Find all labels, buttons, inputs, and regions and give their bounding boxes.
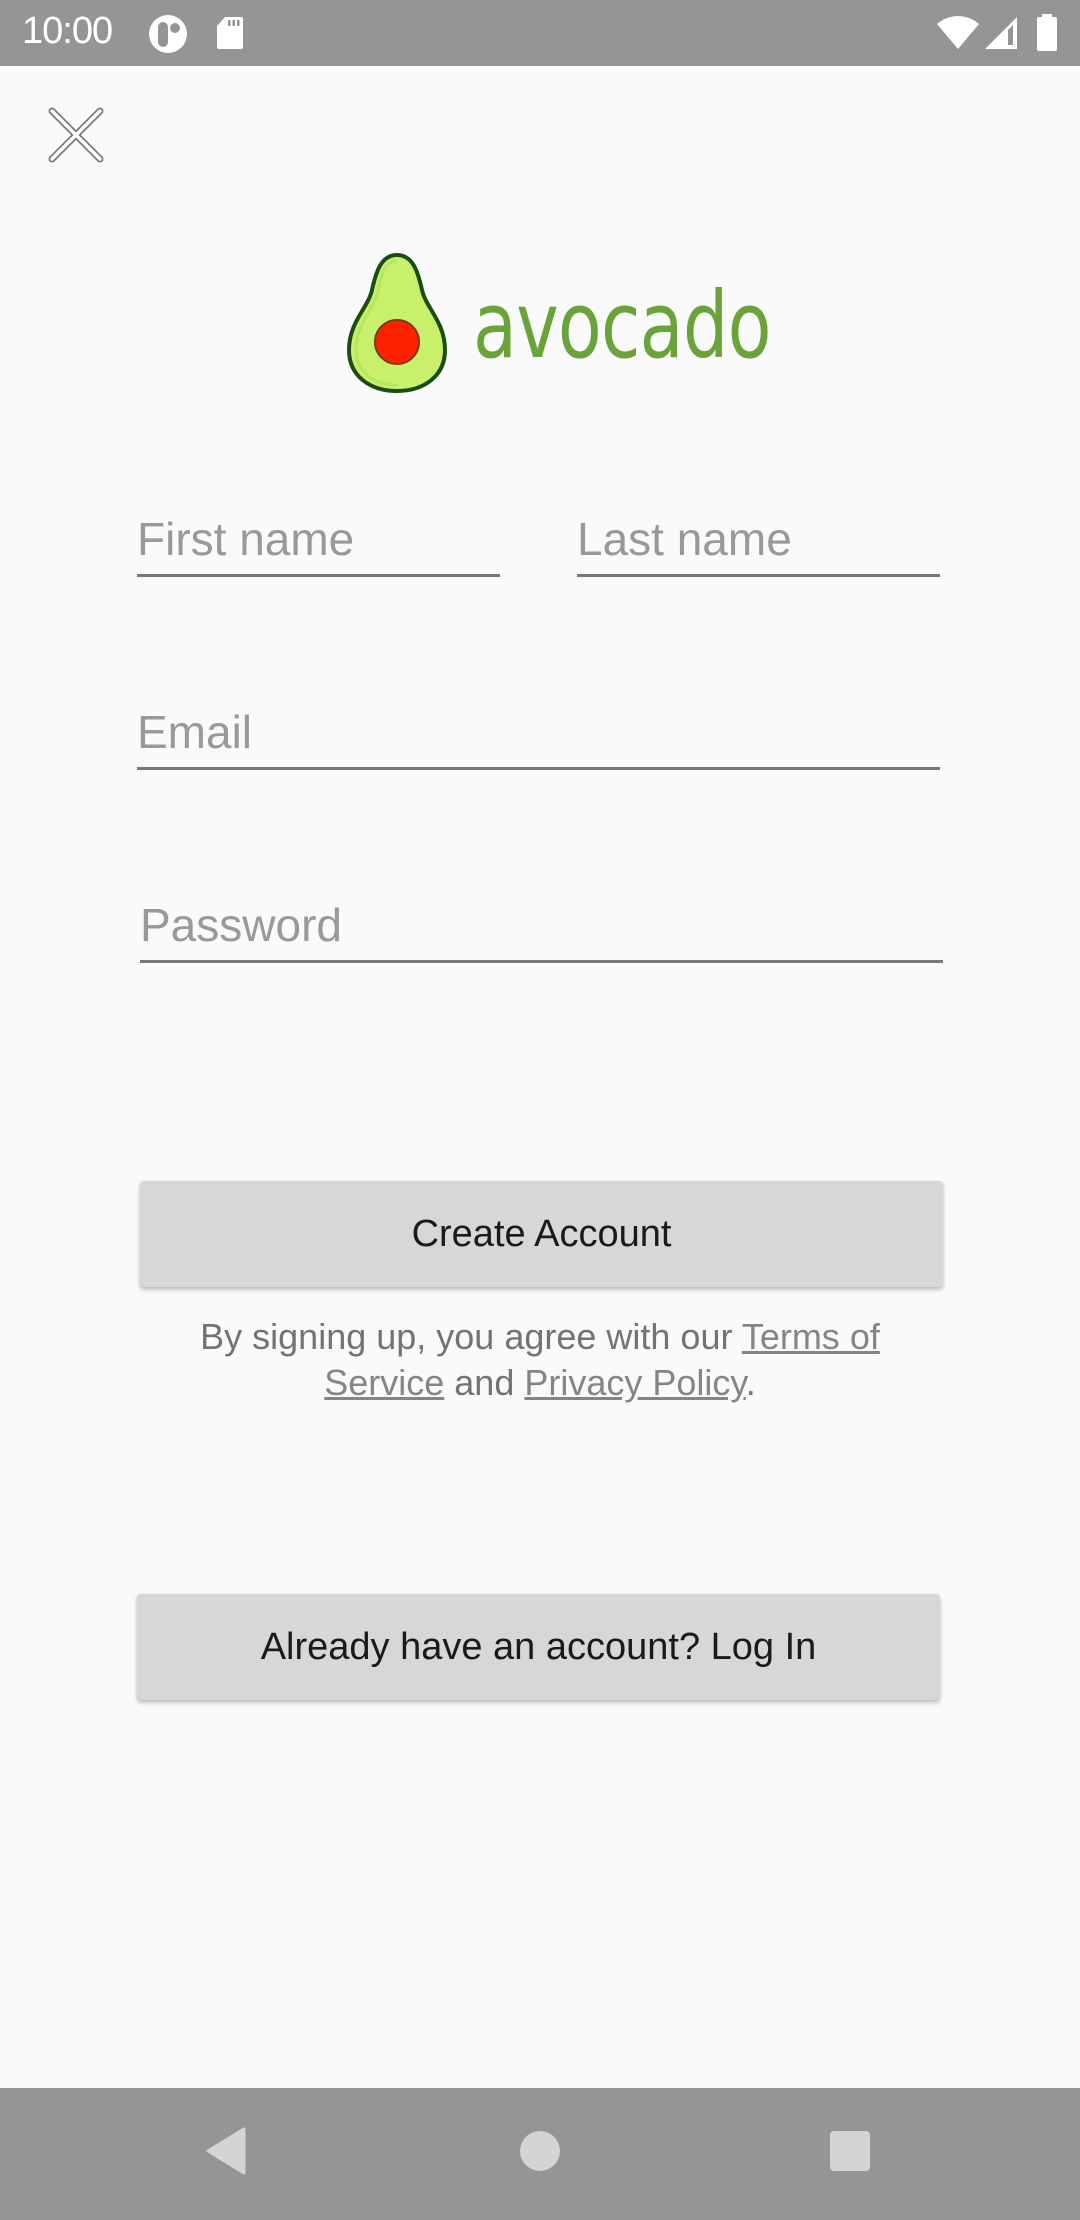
- avocado-icon: [345, 252, 449, 399]
- nav-recents-button[interactable]: [810, 2118, 890, 2188]
- back-icon: [204, 2127, 248, 2180]
- terms-suffix: .: [745, 1362, 756, 1403]
- navigation-bar: [0, 2088, 1080, 2220]
- status-time: 10:00: [22, 10, 113, 52]
- close-button[interactable]: [36, 97, 116, 177]
- privacy-policy-link[interactable]: Privacy Policy: [524, 1362, 745, 1403]
- nav-home-button[interactable]: [500, 2118, 580, 2188]
- cell-signal-icon: [984, 16, 1018, 55]
- close-icon: [46, 105, 106, 170]
- last-name-field[interactable]: [577, 497, 940, 577]
- status-bar: 10:00: [0, 0, 1080, 66]
- app-wordmark: avocado: [473, 272, 772, 379]
- app-logo: avocado: [345, 252, 772, 399]
- first-name-field[interactable]: [137, 497, 500, 577]
- password-field[interactable]: [140, 883, 943, 963]
- create-account-button[interactable]: Create Account: [140, 1181, 943, 1287]
- battery-icon: [1036, 14, 1058, 57]
- email-field[interactable]: [137, 690, 940, 770]
- password-input[interactable]: [140, 898, 943, 952]
- terms-conjunction: and: [444, 1362, 525, 1403]
- terms-prefix: By signing up, you agree with our: [200, 1316, 742, 1357]
- notification-app-icon: [148, 14, 188, 59]
- wifi-icon: [936, 16, 980, 55]
- last-name-input[interactable]: [577, 512, 940, 566]
- terms-notice: By signing up, you agree with our Terms …: [140, 1314, 940, 1406]
- email-input[interactable]: [137, 705, 940, 759]
- sd-card-icon: [216, 16, 244, 55]
- recents-icon: [828, 2129, 872, 2178]
- home-icon: [518, 2129, 562, 2178]
- login-button[interactable]: Already have an account? Log In: [137, 1594, 940, 1700]
- first-name-input[interactable]: [137, 512, 500, 566]
- nav-back-button[interactable]: [186, 2118, 266, 2188]
